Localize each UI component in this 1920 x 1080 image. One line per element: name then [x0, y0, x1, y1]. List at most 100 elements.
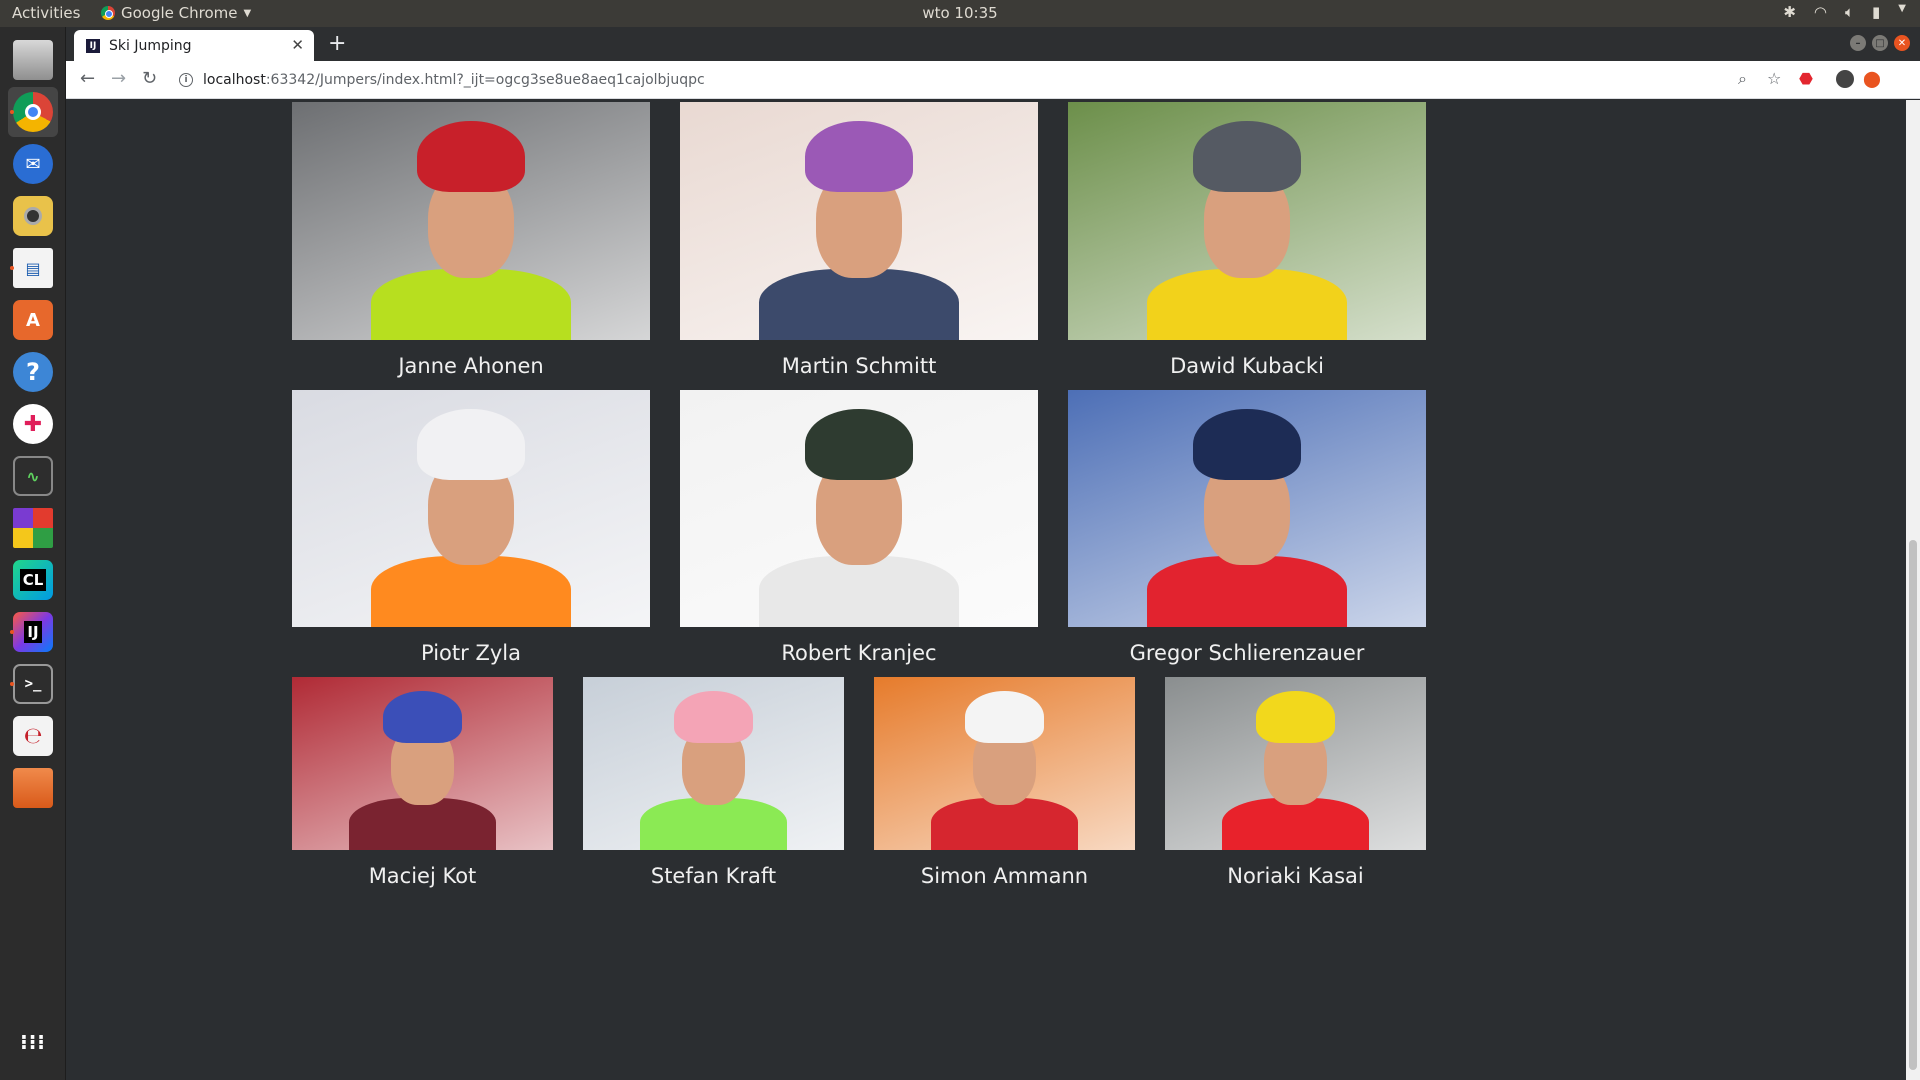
- update-icon[interactable]: ⬤: [1863, 69, 1881, 88]
- jumper-suit: [1222, 798, 1369, 850]
- jumper-suit: [1146, 268, 1348, 340]
- wifi-icon[interactable]: ◠: [1814, 3, 1827, 21]
- intellij-icon: IJ: [13, 612, 53, 652]
- writer-icon: ▤: [13, 248, 53, 288]
- dock-app-grid[interactable]: ⁝⁝⁝: [8, 1017, 58, 1067]
- browser-toolbar: ← → ↻ i localhost:63342/Jumpers/index.ht…: [66, 61, 1920, 99]
- jumper-helmet: [1193, 121, 1301, 193]
- maximize-icon[interactable]: □: [1872, 35, 1888, 51]
- dock-thunderbird[interactable]: ✉: [8, 139, 58, 189]
- app-menu-label: Google Chrome: [121, 4, 238, 22]
- app-menu[interactable]: Google Chrome ▼: [101, 4, 251, 22]
- chrome-icon: [101, 6, 115, 20]
- jumper-name: Gregor Schlierenzauer: [1129, 641, 1365, 665]
- back-icon[interactable]: ←: [80, 68, 95, 89]
- jumper-card[interactable]: Gregor Schlierenzauer: [1068, 390, 1426, 665]
- jumper-photo[interactable]: [874, 677, 1135, 850]
- jumper-name: Robert Kranjec: [781, 641, 937, 665]
- dock-files[interactable]: [8, 35, 58, 85]
- help-icon: ?: [13, 352, 53, 392]
- volume-icon[interactable]: 🔈︎: [1845, 3, 1854, 21]
- jumper-suit: [370, 555, 572, 627]
- jumper-name: Dawid Kubacki: [1170, 354, 1324, 378]
- dock-winapp[interactable]: [8, 503, 58, 553]
- app-grid-icon: ⁝⁝⁝: [20, 1030, 46, 1054]
- running-indicator: [10, 630, 14, 634]
- editor-icon: ℮: [13, 716, 53, 756]
- jumper-card[interactable]: Martin Schmitt: [680, 102, 1038, 378]
- dock-software[interactable]: A: [8, 295, 58, 345]
- new-tab-button[interactable]: +: [328, 31, 346, 56]
- clion-icon: CL: [13, 560, 53, 600]
- jumper-card[interactable]: Janne Ahonen: [292, 102, 650, 378]
- url-path: :63342/Jumpers/index.html?_ijt=ogcg3se8u…: [265, 72, 705, 88]
- jumper-suit: [758, 555, 960, 627]
- activities-button[interactable]: Activities: [12, 4, 80, 22]
- jumper-name: Janne Ahonen: [398, 354, 544, 378]
- tab-ski-jumping[interactable]: IJ Ski Jumping ✕: [74, 30, 314, 61]
- reload-icon[interactable]: ↻: [142, 68, 157, 89]
- dock-rhythmbox[interactable]: [8, 191, 58, 241]
- bookmark-star-icon[interactable]: ☆: [1767, 69, 1781, 88]
- terminal-icon: >_: [13, 664, 53, 704]
- bluetooth-icon[interactable]: ✱: [1783, 3, 1796, 21]
- jumper-suit: [349, 798, 496, 850]
- winapp-icon: [13, 508, 53, 548]
- jumper-card[interactable]: Simon Ammann: [874, 677, 1135, 888]
- close-window-icon[interactable]: ✕: [1894, 35, 1910, 51]
- zoom-icon[interactable]: ⌕: [1738, 69, 1747, 89]
- scrollbar[interactable]: [1906, 100, 1920, 1080]
- window-controls: – □ ✕: [1850, 35, 1910, 51]
- tab-title: Ski Jumping: [109, 37, 192, 54]
- page-viewport: Janne Ahonen Martin Schmitt Dawid Kubacki P…: [66, 100, 1920, 1080]
- dock-system-monitor[interactable]: ∿: [8, 451, 58, 501]
- extension-icon[interactable]: ⬣: [1799, 69, 1813, 88]
- close-tab-icon[interactable]: ✕: [291, 36, 304, 54]
- jumper-name: Simon Ammann: [920, 864, 1089, 888]
- jumper-photo[interactable]: [1068, 390, 1426, 627]
- profile-avatar-icon[interactable]: [1836, 70, 1854, 88]
- site-info-icon[interactable]: i: [179, 73, 193, 87]
- jumper-name: Martin Schmitt: [781, 354, 937, 378]
- jumper-photo[interactable]: [680, 102, 1038, 340]
- address-bar[interactable]: i localhost:63342/Jumpers/index.html?_ij…: [179, 68, 705, 92]
- jumper-card[interactable]: Noriaki Kasai: [1165, 677, 1426, 888]
- running-indicator: [10, 110, 14, 114]
- dock-help[interactable]: ?: [8, 347, 58, 397]
- jumper-helmet: [674, 690, 753, 743]
- dock-writer[interactable]: ▤: [8, 243, 58, 293]
- dock-folder[interactable]: [8, 763, 58, 813]
- jumper-photo[interactable]: [1068, 102, 1426, 340]
- jumper-photo[interactable]: [292, 390, 650, 627]
- jumper-photo[interactable]: [292, 102, 650, 340]
- thunderbird-icon: ✉: [13, 144, 53, 184]
- dock-editor[interactable]: ℮: [8, 711, 58, 761]
- jumper-card[interactable]: Robert Kranjec: [680, 390, 1038, 665]
- scrollbar-thumb[interactable]: [1909, 540, 1917, 1070]
- system-menu-chevron-icon[interactable]: ▼: [1898, 3, 1906, 21]
- dock-slack[interactable]: ✚: [8, 399, 58, 449]
- battery-icon[interactable]: ▮: [1872, 3, 1880, 21]
- jumper-card[interactable]: Piotr Zyla: [292, 390, 650, 665]
- jumper-name: Maciej Kot: [368, 864, 477, 888]
- system-monitor-icon: ∿: [13, 456, 53, 496]
- jumper-card[interactable]: Dawid Kubacki: [1068, 102, 1426, 378]
- dock-chrome[interactable]: [8, 87, 58, 137]
- clock[interactable]: wto 10:35: [922, 4, 997, 22]
- dock-intellij[interactable]: IJ: [8, 607, 58, 657]
- jumper-card[interactable]: Stefan Kraft: [583, 677, 844, 888]
- jumper-photo[interactable]: [583, 677, 844, 850]
- jumper-photo[interactable]: [292, 677, 553, 850]
- jumper-suit: [640, 798, 787, 850]
- jumper-helmet: [805, 408, 913, 481]
- jumper-helmet: [805, 121, 913, 193]
- forward-icon[interactable]: →: [111, 68, 126, 89]
- system-tray[interactable]: ✱ ◠ 🔈︎ ▮ ▼: [1783, 3, 1906, 21]
- jumper-photo[interactable]: [680, 390, 1038, 627]
- dock-terminal[interactable]: >_: [8, 659, 58, 709]
- jumper-card[interactable]: Maciej Kot: [292, 677, 553, 888]
- jumper-helmet: [1193, 408, 1301, 481]
- dock-clion[interactable]: CL: [8, 555, 58, 605]
- jumper-photo[interactable]: [1165, 677, 1426, 850]
- minimize-icon[interactable]: –: [1850, 35, 1866, 51]
